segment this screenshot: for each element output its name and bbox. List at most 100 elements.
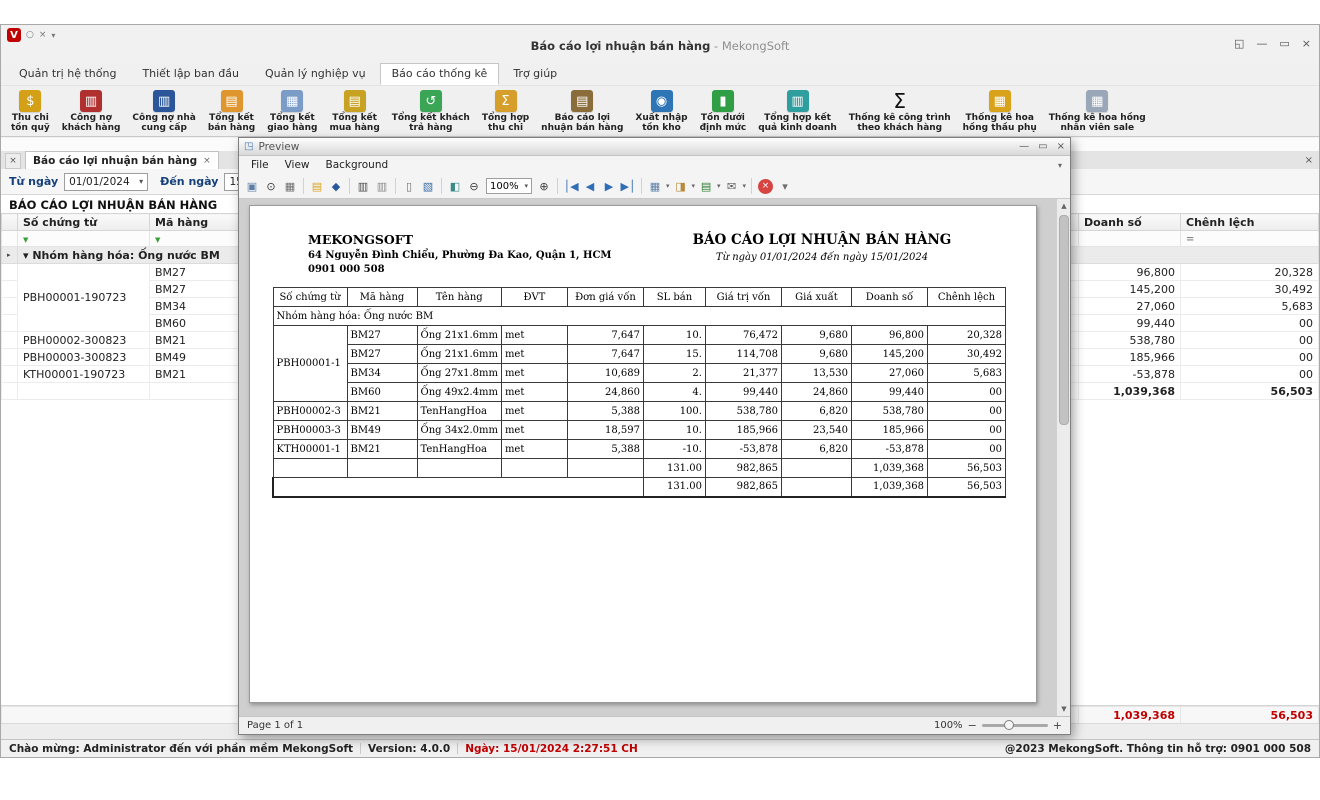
scroll-up-icon[interactable]: ▲ — [1057, 199, 1070, 213]
doc-number-cell[interactable]: PBH00001-190723 — [18, 264, 150, 332]
toolbar-more-icon[interactable]: ▾ — [776, 177, 794, 195]
diff-cell[interactable]: 00 — [1181, 332, 1319, 349]
prev-page-icon[interactable]: ◀ — [581, 177, 599, 195]
scrollbar-thumb[interactable] — [1059, 215, 1069, 425]
revenue-cell[interactable]: 99,440 — [1079, 315, 1181, 332]
export-document-icon[interactable]: ▤ — [697, 177, 715, 195]
search-icon[interactable]: ⊙ — [262, 177, 280, 195]
chevron-down-icon[interactable]: ▾ — [743, 182, 747, 190]
column-header-diff[interactable]: Chênh lệch — [1181, 214, 1319, 231]
menu-background[interactable]: Background — [318, 157, 397, 173]
from-date-input[interactable]: 01/01/2024 ▾ — [64, 173, 148, 191]
revenue-cell[interactable]: -53,878 — [1079, 366, 1181, 383]
toolbar-item[interactable]: ▤Tổng kết bán hàng — [202, 89, 261, 134]
item-code-cell[interactable]: BM21 — [150, 366, 242, 383]
item-code-cell[interactable]: BM34 — [150, 298, 242, 315]
chevron-down-icon[interactable]: ▾ — [717, 182, 721, 190]
item-code-cell[interactable]: BM21 — [150, 332, 242, 349]
revenue-cell[interactable]: 538,780 — [1079, 332, 1181, 349]
diff-cell[interactable]: 00 — [1181, 366, 1319, 383]
filter-operator[interactable]: = — [1186, 234, 1194, 245]
toolbar-item[interactable]: ▦Tổng kết giao hàng — [261, 89, 323, 134]
toolbar-item[interactable]: ▥Tổng hợp kết quả kinh doanh — [752, 89, 843, 134]
item-code-cell[interactable]: BM60 — [150, 315, 242, 332]
print-icon[interactable]: ▥ — [354, 177, 372, 195]
toolbar-item[interactable]: ↺Tổng kết khách trả hàng — [386, 89, 476, 134]
preview-close-button[interactable]: × — [1057, 141, 1065, 152]
filter-cell-diff[interactable]: = — [1181, 231, 1319, 247]
group-indicator-icon[interactable]: ▸ — [2, 247, 18, 264]
toolbar-item[interactable]: ▤Tổng kết mua hàng — [323, 89, 385, 134]
minimize-button[interactable]: — — [1256, 37, 1267, 51]
column-header-item[interactable]: Mã hàng — [150, 214, 242, 231]
toolbar-item[interactable]: $Thu chi tồn quỹ — [5, 89, 56, 134]
ribbon-tab[interactable]: Thiết lập ban đầu — [130, 63, 251, 85]
page-color-icon[interactable]: ◨ — [672, 177, 690, 195]
ribbon-tab[interactable]: Trợ giúp — [501, 63, 569, 85]
column-header-doc[interactable]: Số chứng từ — [18, 214, 150, 231]
toolbar-item[interactable]: ▦Thống kê hoa hồng nhân viên sale — [1043, 89, 1152, 134]
zoom-out-icon[interactable]: ⊖ — [465, 177, 483, 195]
diff-cell[interactable]: 5,683 — [1181, 298, 1319, 315]
preview-vertical-scrollbar[interactable]: ▲ ▼ — [1056, 199, 1070, 716]
zoom-slider-handle[interactable] — [1004, 720, 1014, 730]
quick-print-icon[interactable]: ▥ — [373, 177, 391, 195]
item-code-cell[interactable]: BM27 — [150, 264, 242, 281]
chevron-down-icon[interactable]: ▾ — [692, 182, 696, 190]
preview-minimize-button[interactable]: — — [1019, 141, 1029, 152]
fullscreen-button[interactable]: ◱ — [1234, 37, 1244, 51]
pan-icon[interactable]: ▣ — [243, 177, 261, 195]
toolbar-item[interactable]: ▥Công nợ khách hàng — [56, 89, 127, 134]
menu-file[interactable]: File — [243, 157, 277, 173]
preview-titlebar[interactable]: ◳ Preview — ▭ × — [239, 138, 1070, 156]
item-code-cell[interactable]: BM27 — [150, 281, 242, 298]
zoom-slider[interactable] — [982, 724, 1048, 727]
toolbar-item[interactable]: ▥Công nợ nhà cung cấp — [126, 89, 201, 134]
scale-icon[interactable]: ◧ — [446, 177, 464, 195]
zoom-in-icon[interactable]: ⊕ — [535, 177, 553, 195]
page-setup-icon[interactable]: ▯ — [400, 177, 418, 195]
doc-number-cell[interactable]: PBH00002-300823 — [18, 332, 150, 349]
zoom-in-button[interactable]: + — [1053, 719, 1062, 732]
zoom-out-button[interactable]: − — [968, 719, 977, 732]
filter-cell-revenue[interactable] — [1079, 231, 1181, 247]
toolbar-item[interactable]: ▦Thống kê hoa hồng thầu phụ — [957, 89, 1043, 134]
tab-profit-report[interactable]: Báo cáo lợi nhuận bán hàng × — [25, 151, 219, 169]
diff-cell[interactable]: 20,328 — [1181, 264, 1319, 281]
menubar-overflow-icon[interactable]: ▾ — [1058, 161, 1066, 170]
next-page-icon[interactable]: ▶ — [600, 177, 618, 195]
chevron-down-icon[interactable]: ▾ — [666, 182, 670, 190]
maximize-button[interactable]: ▭ — [1279, 37, 1289, 51]
toolbar-item[interactable]: ▮Tồn dưới định mức — [694, 89, 753, 134]
revenue-cell[interactable]: 185,966 — [1079, 349, 1181, 366]
diff-cell[interactable]: 00 — [1181, 349, 1319, 366]
toolbar-item[interactable]: ΣThống kê công trình theo khách hàng — [843, 89, 957, 134]
preview-maximize-button[interactable]: ▭ — [1038, 141, 1047, 152]
email-icon[interactable]: ✉ — [723, 177, 741, 195]
watermark-icon[interactable]: ▧ — [419, 177, 437, 195]
close-button[interactable]: × — [1302, 37, 1311, 51]
column-header-revenue[interactable]: Doanh số — [1079, 214, 1181, 231]
menu-view[interactable]: View — [277, 157, 318, 173]
filter-cell-doc[interactable]: ▼ — [18, 231, 150, 247]
ribbon-tab[interactable]: Báo cáo thống kê — [380, 63, 500, 85]
doc-number-cell[interactable]: KTH00001-190723 — [18, 366, 150, 383]
filter-cell-item[interactable]: ▼ — [150, 231, 242, 247]
close-all-tabs-icon[interactable]: × — [5, 153, 21, 169]
scroll-down-icon[interactable]: ▼ — [1057, 702, 1070, 716]
panel-close-icon[interactable]: × — [1305, 155, 1313, 166]
thumbnails-icon[interactable]: ▦ — [281, 177, 299, 195]
revenue-cell[interactable]: 96,800 — [1079, 264, 1181, 281]
revenue-cell[interactable]: 145,200 — [1079, 281, 1181, 298]
ribbon-tab[interactable]: Quản trị hệ thống — [7, 63, 128, 85]
open-icon[interactable]: ▤ — [308, 177, 326, 195]
diff-cell[interactable]: 30,492 — [1181, 281, 1319, 298]
close-preview-icon[interactable]: × — [758, 179, 773, 194]
filter-funnel-icon[interactable]: ▼ — [23, 236, 28, 244]
filter-funnel-icon[interactable]: ▼ — [155, 236, 160, 244]
toolbar-item[interactable]: ΣTổng hợp thu chi — [476, 89, 535, 134]
first-page-icon[interactable]: │◀ — [562, 177, 580, 195]
save-icon[interactable]: ◆ — [327, 177, 345, 195]
toolbar-item[interactable]: ▤Báo cáo lợi nhuận bán hàng — [535, 89, 629, 134]
tab-close-icon[interactable]: × — [203, 156, 211, 166]
